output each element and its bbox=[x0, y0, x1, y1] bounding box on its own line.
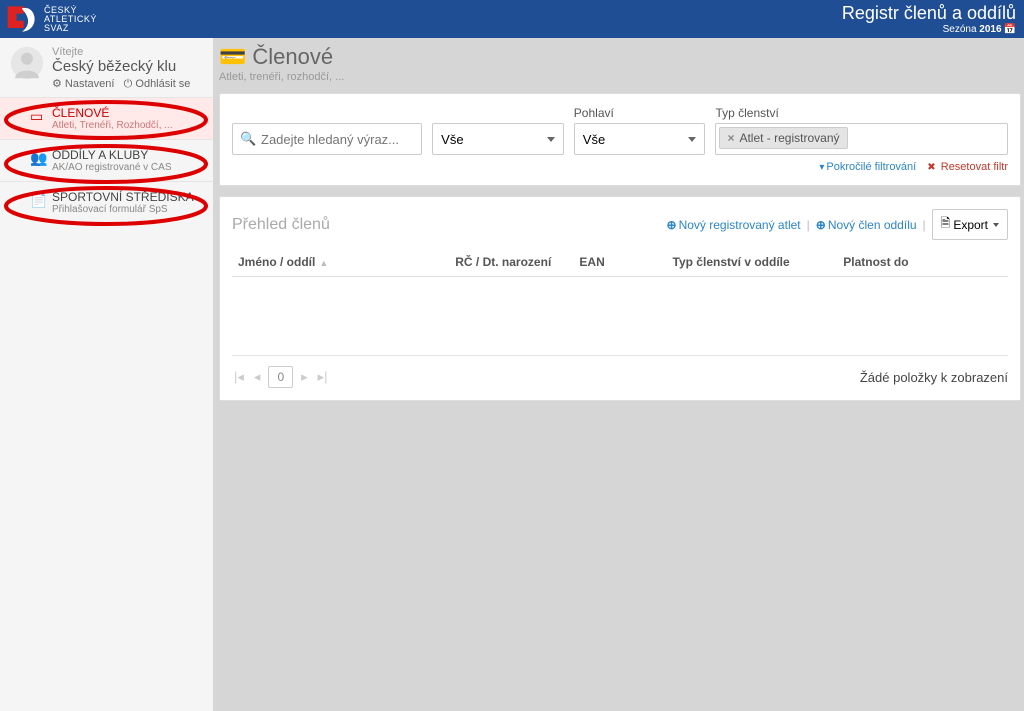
filter-chip: × Atlet - registrovaný bbox=[719, 127, 847, 149]
group-icon: 👥 bbox=[30, 150, 47, 167]
card-icon: 💳 bbox=[219, 44, 246, 70]
col-valid[interactable]: Platnost do bbox=[837, 248, 1008, 277]
page-header: 💳 Členové Atleti, trenéři, rozhodčí, ... bbox=[219, 38, 1021, 93]
plus-icon: ⊕ bbox=[816, 218, 826, 232]
nav-sub: Přihlašovací formulář SpS bbox=[52, 204, 203, 215]
gender-select[interactable]: Pohlaví Vše bbox=[574, 106, 706, 155]
type-label: Typ členství bbox=[715, 106, 1008, 120]
new-member-link[interactable]: ⊕Nový člen oddílu bbox=[816, 218, 917, 232]
chevron-down-icon bbox=[547, 137, 555, 142]
topbar-right: Registr členů a oddílů Sezóna 2016📅 bbox=[842, 3, 1016, 35]
export-icon: 🗎 bbox=[941, 214, 951, 235]
col-type[interactable]: Typ členství v oddíle bbox=[667, 248, 838, 277]
empty-message: Žádé položky k zobrazení bbox=[860, 370, 1008, 385]
members-table: Jméno / oddíl▲ RČ / Dt. narození EAN Typ… bbox=[232, 248, 1008, 347]
chevron-down-icon bbox=[688, 137, 696, 142]
gender-label: Pohlaví bbox=[574, 106, 706, 120]
pager-first[interactable]: |◂ bbox=[232, 369, 246, 385]
table-empty-body bbox=[232, 277, 1008, 347]
doc-icon: 📄 bbox=[30, 192, 47, 209]
nav-title: ČLENOVÉ bbox=[52, 106, 203, 120]
nav-sub: Atleti, Trenéři, Rozhodčí, ... bbox=[52, 120, 203, 131]
topbar: ČESKÝ ATLETICKÝ SVAZ Registr členů a odd… bbox=[0, 0, 1024, 38]
card-icon: ▭ bbox=[30, 108, 43, 125]
close-icon: ✖ bbox=[927, 162, 935, 173]
filter-panel: 🔍 Vše Pohlaví Vše bbox=[219, 93, 1021, 186]
nav-title: ODDÍLY A KLUBY bbox=[52, 148, 203, 162]
user-block: Vítejte Český běžecký klu ⚙ Nastavení ⏻ … bbox=[0, 38, 213, 97]
season-label: Sezóna 2016📅 bbox=[842, 24, 1016, 35]
main-area: 💳 Členové Atleti, trenéři, rozhodčí, ...… bbox=[213, 38, 1024, 711]
user-name: Český běžecký klu bbox=[52, 58, 190, 75]
sort-asc-icon: ▲ bbox=[319, 258, 328, 268]
welcome-label: Vítejte bbox=[52, 46, 190, 58]
logo-icon bbox=[4, 1, 40, 37]
membership-type-filter[interactable]: Typ členství × Atlet - registrovaný bbox=[715, 106, 1008, 155]
new-athlete-link[interactable]: ⊕Nový registrovaný atlet bbox=[667, 218, 801, 232]
plus-icon: ⊕ bbox=[667, 218, 677, 232]
search-input[interactable] bbox=[232, 123, 422, 155]
page-subtitle: Atleti, trenéři, rozhodčí, ... bbox=[219, 71, 1019, 83]
nav-title: SPORTOVNÍ STŘEDISKA bbox=[52, 190, 203, 204]
page-title: 💳 Členové bbox=[219, 44, 1019, 70]
app-title: Registr členů a oddílů bbox=[842, 3, 1016, 24]
col-name[interactable]: Jméno / oddíl▲ bbox=[232, 248, 449, 277]
sidebar: Vítejte Český běžecký klu ⚙ Nastavení ⏻ … bbox=[0, 38, 213, 711]
chevron-down-icon bbox=[993, 223, 999, 227]
pager-prev[interactable]: ◂ bbox=[252, 369, 263, 385]
nav-item-clubs[interactable]: 👥 ODDÍLY A KLUBY AK/AO registrované v ČA… bbox=[0, 139, 213, 181]
overview-panel: Přehled členů ⊕Nový registrovaný atlet |… bbox=[219, 196, 1021, 401]
filter-all-select[interactable]: Vše bbox=[432, 106, 564, 155]
col-ean[interactable]: EAN bbox=[573, 248, 666, 277]
col-rc[interactable]: RČ / Dt. narození bbox=[449, 248, 573, 277]
nav-item-centers[interactable]: 📄 SPORTOVNÍ STŘEDISKA Přihlašovací formu… bbox=[0, 181, 213, 223]
nav-sub: AK/AO registrované v ČAS bbox=[52, 162, 203, 173]
logo-text: ČESKÝ ATLETICKÝ SVAZ bbox=[44, 6, 97, 33]
filter-icon: ▾ bbox=[819, 162, 824, 173]
search-wrapper: 🔍 bbox=[232, 123, 422, 155]
logout-link[interactable]: ⏻ Odhlásit se bbox=[124, 78, 191, 90]
nav-item-members[interactable]: ▭ ČLENOVÉ Atleti, Trenéři, Rozhodčí, ... bbox=[0, 97, 213, 139]
advanced-filter-link[interactable]: ▾Pokročilé filtrování bbox=[819, 161, 916, 173]
search-icon: 🔍 bbox=[240, 131, 256, 147]
settings-link[interactable]: ⚙ Nastavení bbox=[52, 78, 114, 90]
reset-filter-link[interactable]: ✖ Resetovat filtr bbox=[927, 161, 1008, 173]
pager-page: 0 bbox=[268, 366, 293, 388]
avatar-icon bbox=[10, 46, 44, 80]
overview-title: Přehled členů bbox=[232, 216, 330, 234]
logo-block: ČESKÝ ATLETICKÝ SVAZ bbox=[4, 1, 97, 37]
pager-last[interactable]: ▸| bbox=[316, 369, 330, 385]
remove-chip-icon[interactable]: × bbox=[727, 131, 734, 145]
pager-next[interactable]: ▸ bbox=[299, 369, 310, 385]
export-button[interactable]: 🗎 Export bbox=[932, 209, 1008, 240]
pager: |◂ ◂ 0 ▸ ▸| bbox=[232, 366, 330, 388]
calendar-icon: 📅 bbox=[1004, 24, 1016, 35]
